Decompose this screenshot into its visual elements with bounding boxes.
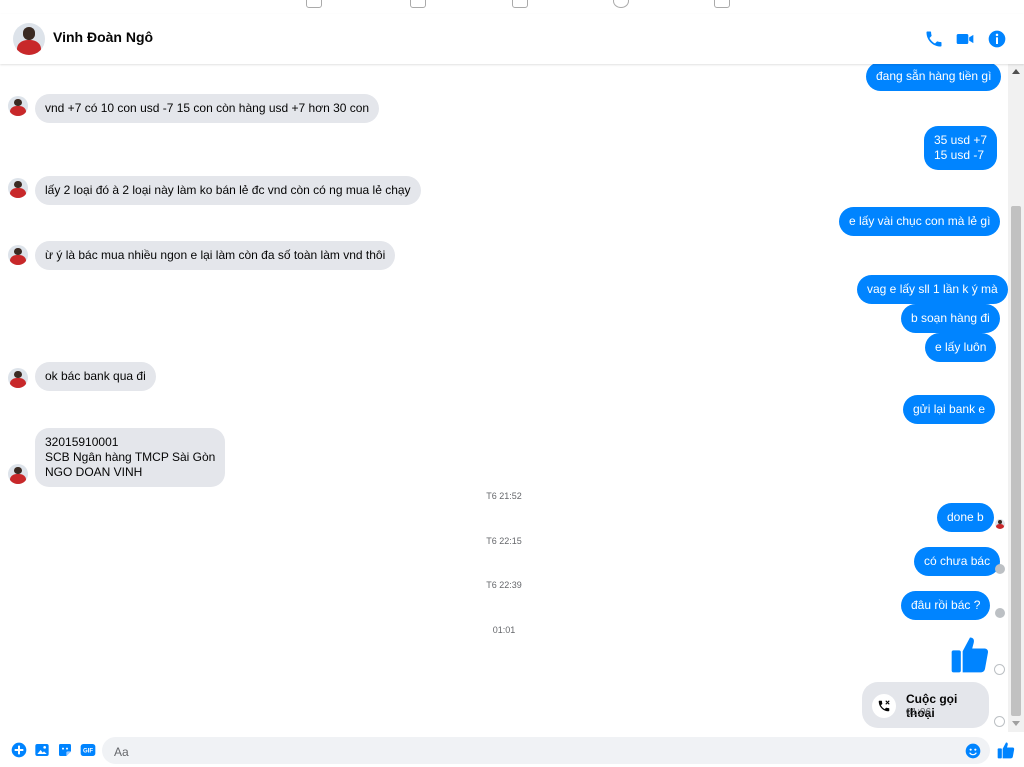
message-bubble-incoming[interactable]: ừ ý là bác mua nhiều ngon e lại làm còn … <box>35 241 396 270</box>
avatar[interactable] <box>8 464 28 484</box>
nav-icon[interactable] <box>613 0 629 8</box>
scroll-up-arrow[interactable] <box>1012 69 1020 74</box>
emoji-icon[interactable] <box>965 743 981 759</box>
message-bubble-outgoing[interactable]: 35 usd +7 15 usd -7 <box>924 126 998 170</box>
avatar[interactable] <box>8 368 28 388</box>
nav-icon[interactable] <box>410 0 426 8</box>
message-bubble-outgoing[interactable]: e lấy vài chục con mà lẻ gì <box>839 207 1001 236</box>
message-line: 32015910001 <box>45 435 119 449</box>
message-bubble-incoming[interactable]: 32015910001 SCB Ngân hàng TMCP Sài Gòn N… <box>35 428 226 487</box>
scrollbar[interactable] <box>1008 64 1024 732</box>
timestamp: T6 21:52 <box>486 491 522 501</box>
scroll-down-arrow[interactable] <box>1012 721 1020 726</box>
message-bubble-incoming[interactable]: vnd +7 có 10 con usd -7 15 con còn hàng … <box>35 94 380 123</box>
like-icon[interactable] <box>996 740 1016 760</box>
message-bubble-outgoing[interactable]: gửi lại bank e <box>903 395 996 424</box>
missed-call-icon <box>872 694 896 718</box>
conversation-header: Vinh Đoàn Ngô <box>0 14 1024 64</box>
message-line: NGO DOAN VINH <box>45 465 143 479</box>
message-bubble-outgoing[interactable]: đâu rồi bác ? <box>901 591 991 620</box>
top-navigation-strip <box>0 0 1024 14</box>
info-icon[interactable] <box>987 29 1007 49</box>
avatar[interactable] <box>13 23 45 55</box>
message-line: SCB Ngân hàng TMCP Sài Gòn <box>45 450 216 464</box>
message-bubble-outgoing[interactable]: b soạn hàng đi <box>901 304 1000 333</box>
timestamp: T6 22:39 <box>486 580 522 590</box>
svg-text:GIF: GIF <box>83 749 93 755</box>
phone-icon[interactable] <box>924 29 944 49</box>
message-bubble-incoming[interactable]: ok bác bank qua đi <box>35 362 156 391</box>
timestamp: 01:01 <box>492 625 516 635</box>
message-bubble-outgoing[interactable]: e lấy luôn <box>925 333 997 362</box>
delivered-icon <box>995 608 1005 618</box>
avatar[interactable] <box>8 245 28 265</box>
seen-avatar <box>995 519 1005 529</box>
sent-icon <box>994 664 1005 675</box>
like-icon[interactable] <box>948 632 992 676</box>
message-bubble-outgoing[interactable]: đang sẵn hàng tiền gì <box>866 64 1002 91</box>
message-list[interactable]: đang sẵn hàng tiền gì vnd +7 có 10 con u… <box>0 64 1008 732</box>
avatar[interactable] <box>8 96 28 116</box>
call-duration: 01:06 <box>906 707 932 718</box>
message-line: 15 usd -7 <box>934 148 985 162</box>
plus-icon[interactable] <box>11 742 27 758</box>
message-bubble-outgoing[interactable]: vag e lấy sll 1 lần k ý mà <box>857 275 1008 304</box>
message-input[interactable] <box>112 741 956 762</box>
nav-icon[interactable] <box>306 0 322 8</box>
image-icon[interactable] <box>34 742 50 758</box>
message-input-box[interactable] <box>102 737 990 764</box>
message-bubble-incoming[interactable]: lấy 2 loại đó à 2 loại này làm ko bán lẻ… <box>35 176 421 205</box>
contact-name[interactable]: Vinh Đoàn Ngô <box>53 29 153 45</box>
gif-icon[interactable]: GIF <box>80 742 96 758</box>
delivered-icon <box>995 564 1005 574</box>
message-bubble-outgoing[interactable]: done b <box>937 503 994 532</box>
video-camera-icon[interactable] <box>955 29 975 49</box>
nav-icon[interactable] <box>512 0 528 8</box>
voice-call-card[interactable]: Cuộc gọi thoại 01:06 <box>862 682 989 728</box>
message-line: 35 usd +7 <box>934 133 988 147</box>
message-composer: GIF <box>0 732 1024 767</box>
timestamp: T6 22:15 <box>486 536 522 546</box>
avatar[interactable] <box>8 178 28 198</box>
sticker-icon[interactable] <box>57 742 73 758</box>
message-bubble-outgoing[interactable]: có chưa bác <box>914 547 1001 576</box>
nav-icon[interactable] <box>714 0 730 8</box>
sent-icon <box>994 716 1005 727</box>
scroll-thumb[interactable] <box>1011 206 1021 716</box>
